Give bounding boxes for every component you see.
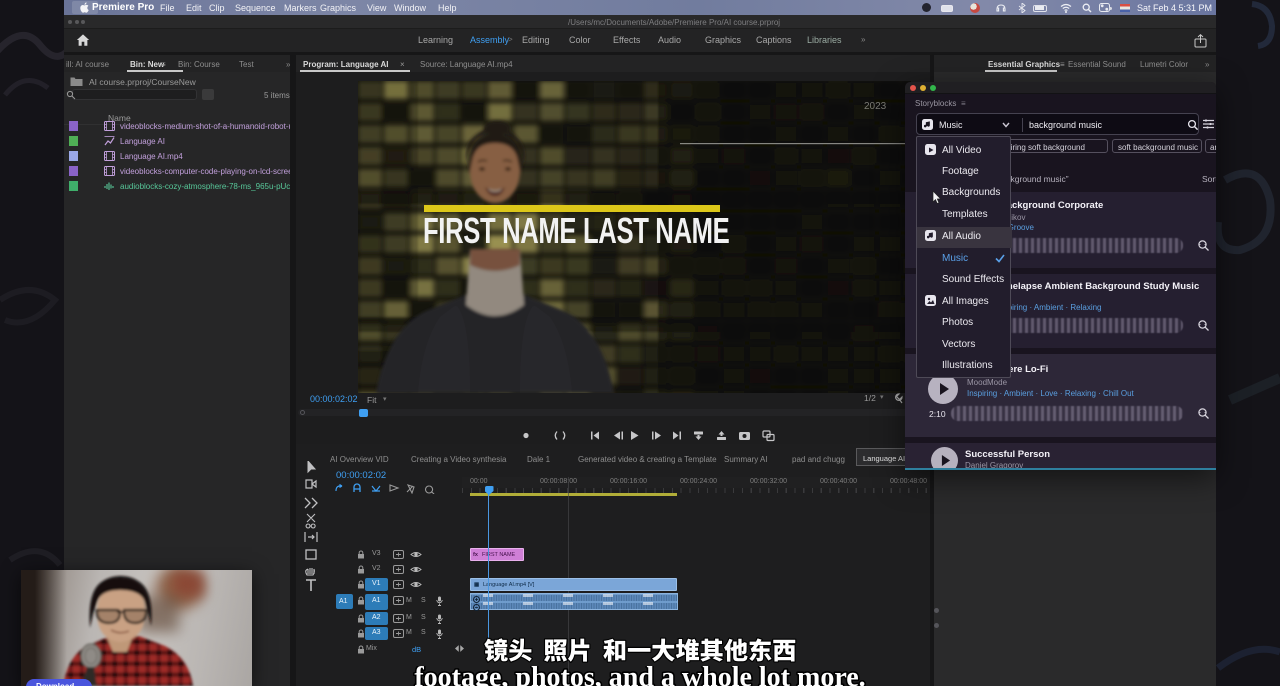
svg-text:footage, photos, and a whole l: footage, photos, and a whole lot more.: [414, 666, 865, 686]
